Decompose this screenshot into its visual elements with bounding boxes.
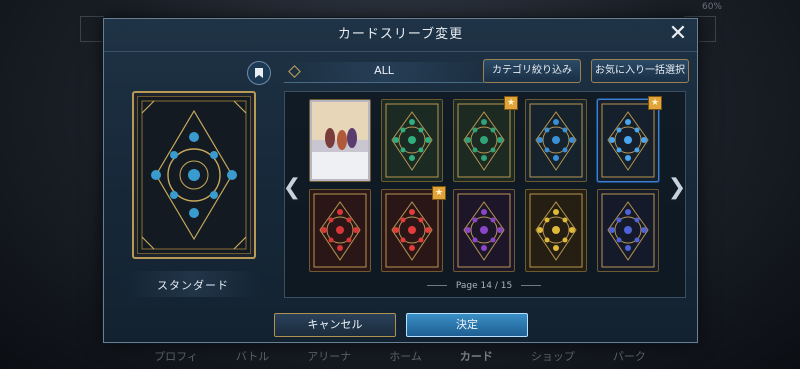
sleeve-card[interactable] (525, 189, 587, 272)
close-button[interactable]: ✕ (667, 23, 689, 45)
page-label: Page (455, 281, 478, 291)
dialog-title: カードスリーブ変更 (104, 19, 697, 52)
sleeve-card[interactable] (453, 189, 515, 272)
cancel-button[interactable]: キャンセル (274, 313, 396, 337)
favorite-star-icon: ★ (648, 96, 662, 110)
sleeve-pattern-icon (385, 193, 439, 268)
bg-tab-arena: アリーナ (307, 350, 352, 363)
sleeve-card[interactable] (597, 189, 659, 272)
bg-tab-battle: バトル (235, 350, 270, 363)
sleeve-pattern-icon (385, 103, 439, 178)
bg-tab-park: パーク (612, 350, 646, 363)
sleeve-pattern-icon (601, 193, 655, 268)
bg-tab-home: ホーム (389, 350, 422, 363)
confirm-button[interactable]: 決定 (406, 313, 528, 337)
sleeve-card[interactable] (525, 99, 587, 182)
sleeve-card[interactable]: ★ (381, 186, 446, 272)
bookmark-filter-button[interactable] (247, 61, 271, 85)
page-total: 15 (500, 281, 513, 291)
page-line-left (426, 285, 447, 286)
sleeve-card[interactable] (309, 189, 371, 272)
sleeve-pattern-icon (313, 193, 367, 268)
category-filter-button[interactable]: カテゴリ絞り込み (483, 59, 581, 83)
page-line-right (521, 285, 542, 286)
sleeve-pattern-icon (601, 103, 655, 178)
next-page-arrow[interactable]: ❯ (668, 172, 686, 202)
background-back-button (80, 16, 104, 42)
sleeve-card[interactable] (381, 99, 443, 182)
page-indicator: Page 14 / 15 (284, 281, 684, 291)
previous-page-arrow[interactable]: ❮ (283, 172, 301, 202)
bg-tab-card: カード (459, 350, 493, 363)
favorite-star-icon: ★ (504, 96, 518, 110)
sleeve-pattern-icon (529, 193, 583, 268)
background-tab-bar: プロフィ バトル アリーナ ホーム カード ショップ パーク (0, 343, 800, 369)
battery-indicator: 60% (701, 2, 722, 12)
sleeve-pattern-icon (457, 193, 511, 268)
sleeve-pattern-icon (457, 103, 511, 178)
selected-sleeve-preview (132, 91, 256, 259)
page-separator: / (494, 281, 498, 291)
bg-tab-shop: ショップ (530, 350, 575, 363)
page-current: 14 (480, 281, 492, 291)
favorite-bulk-select-button[interactable]: お気に入り一括選択 (591, 59, 689, 83)
bookmark-icon (255, 68, 263, 78)
favorite-star-icon: ★ (432, 186, 446, 200)
sleeve-card[interactable] (309, 99, 371, 182)
bg-tab-profile: プロフィ (154, 350, 198, 363)
sleeve-card[interactable]: ★ (453, 96, 518, 182)
sleeve-card[interactable]: ★ (597, 96, 662, 182)
sleeve-change-dialog: カードスリーブ変更 ✕ スタンダード ALL カテゴリ絞り込み お気に入り一括選… (103, 18, 698, 343)
sleeve-pattern-icon (312, 102, 368, 179)
category-label: ALL (374, 64, 394, 77)
sleeve-pattern-icon (141, 100, 247, 250)
category-selector[interactable]: ALL (284, 62, 484, 83)
sleeve-pattern-icon (529, 103, 583, 178)
selected-sleeve-name: スタンダード (157, 279, 229, 292)
